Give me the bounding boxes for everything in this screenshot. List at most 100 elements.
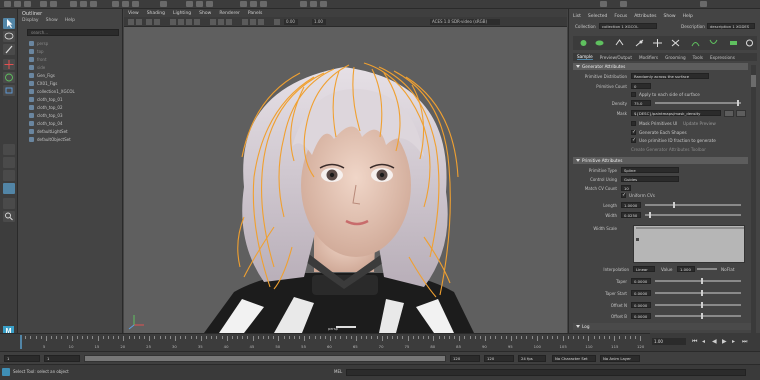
current-frame-field[interactable]: 1.00 <box>652 338 686 345</box>
render-icon[interactable] <box>186 1 193 7</box>
xray-icon[interactable] <box>250 19 256 25</box>
tab-grooming[interactable]: Grooming <box>665 55 686 60</box>
undo-icon[interactable] <box>40 1 47 7</box>
search-icon[interactable] <box>3 211 15 222</box>
help-icon[interactable] <box>700 1 707 7</box>
grid-toggle-icon[interactable] <box>154 19 160 25</box>
log-header[interactable]: Log <box>573 323 752 330</box>
density-slider[interactable] <box>655 102 741 104</box>
outliner-menu-help[interactable]: Help <box>65 18 75 23</box>
taper-start-slider[interactable] <box>655 292 741 294</box>
width-slider[interactable] <box>645 214 741 216</box>
paint-map-icon[interactable] <box>729 39 738 47</box>
gamma-field[interactable]: 1.00 <box>312 19 326 25</box>
tab-modifiers[interactable]: Modifiers <box>639 55 658 60</box>
view-transform-dropdown[interactable]: ACES 1.0 SDR-video (sRGB) <box>430 19 500 25</box>
snap-point-icon[interactable] <box>132 1 139 7</box>
viewport-menu-panels[interactable]: Panels <box>248 11 262 16</box>
ae-menu-list[interactable]: List <box>573 14 581 19</box>
playback-end-field[interactable]: 120 <box>450 355 480 362</box>
paint-select-tool-icon[interactable] <box>3 44 15 55</box>
history-icon[interactable] <box>160 1 167 7</box>
ambient-occlusion-icon[interactable] <box>218 19 224 25</box>
command-line-input[interactable] <box>346 369 746 376</box>
time-slider[interactable]: 5 10 15 20 25 30 35 40 45 50 55 60 65 70 75 80 85 90 95 100… <box>0 333 650 351</box>
scale-tool-icon[interactable] <box>3 85 15 96</box>
save-scene-icon[interactable] <box>24 1 31 7</box>
snap-curve-icon[interactable] <box>122 1 129 7</box>
outliner-item[interactable]: defaultObjectSet <box>29 135 121 143</box>
shadows-icon[interactable] <box>210 19 216 25</box>
modeling-toolkit-icon[interactable] <box>240 1 247 7</box>
curves-to-guides-icon[interactable] <box>709 39 718 47</box>
update-preview-link[interactable]: Update Preview <box>683 121 716 126</box>
fps-dropdown[interactable]: 24 fps <box>518 355 546 362</box>
wireframe-icon[interactable] <box>170 19 176 25</box>
offset-n-slider[interactable] <box>655 304 741 306</box>
length-slider[interactable] <box>645 204 741 206</box>
tool-settings-icon[interactable] <box>320 1 327 7</box>
offset-b-slider[interactable] <box>655 315 741 317</box>
primitive-count-field[interactable]: 0 <box>631 83 651 89</box>
outliner-item[interactable]: persp <box>29 39 121 47</box>
viewport-menu-show[interactable]: Show <box>199 11 211 16</box>
image-plane-icon[interactable] <box>146 19 152 25</box>
new-scene-icon[interactable] <box>4 1 11 7</box>
current-time-indicator[interactable] <box>20 335 22 349</box>
apply-each-side-checkbox[interactable] <box>631 92 636 97</box>
channel-box-icon[interactable] <box>260 1 267 7</box>
ramp-value-slider[interactable] <box>697 268 717 270</box>
sculpt-guides-icon[interactable] <box>635 39 644 47</box>
mask-edit-button[interactable] <box>736 110 746 117</box>
tab-tools[interactable]: Tools <box>693 55 703 60</box>
lights-icon[interactable] <box>194 19 200 25</box>
width-slider-handle[interactable] <box>649 212 651 218</box>
outliner-item[interactable]: top <box>29 47 121 55</box>
outliner-item[interactable]: CX01_Figs <box>29 79 121 87</box>
update-preview-icon[interactable] <box>745 39 754 47</box>
move-tool-icon[interactable] <box>3 59 15 70</box>
outliner-item[interactable]: cloth_top_01 <box>29 95 121 103</box>
lasso-tool-icon[interactable] <box>3 31 15 42</box>
outliner-item[interactable]: front <box>29 55 121 63</box>
viewport-menu-view[interactable]: View <box>128 11 139 16</box>
taper-slider[interactable] <box>655 280 741 282</box>
primitive-attributes-header[interactable]: Primitive Attributes <box>573 157 748 164</box>
primitive-distribution-dropdown[interactable]: Randomly across the surface <box>631 73 709 79</box>
smooth-shade-icon[interactable] <box>178 19 184 25</box>
taper-slider-handle[interactable] <box>701 278 703 284</box>
exposure-field[interactable]: 0.00 <box>284 19 298 25</box>
offset-n-slider-handle[interactable] <box>701 302 703 308</box>
select-object-icon[interactable] <box>80 1 87 7</box>
ae-menu-selected[interactable]: Selected <box>588 14 608 19</box>
four-view-layout-icon[interactable] <box>3 157 15 168</box>
end-time-field[interactable]: 120 <box>484 355 514 362</box>
outliner-item[interactable]: side <box>29 63 121 71</box>
use-primitive-id-checkbox[interactable] <box>631 137 636 143</box>
offset-b-field[interactable]: 0.0000 <box>631 313 651 319</box>
textured-icon[interactable] <box>186 19 192 25</box>
mask-primitives-ui-checkbox[interactable] <box>631 121 636 126</box>
anim-layer-dropdown[interactable]: No Anim Layer <box>600 355 640 362</box>
uniform-cvs-checkbox[interactable] <box>621 192 626 198</box>
generator-attributes-header[interactable]: Generator Attributes <box>573 63 748 70</box>
viewport-menu-renderer[interactable]: Renderer <box>219 11 240 16</box>
play-backward-icon[interactable]: ◀ <box>712 338 717 345</box>
length-slider-handle[interactable] <box>673 202 675 208</box>
taper-field[interactable]: 0.0000 <box>631 278 651 284</box>
bookmark-icon[interactable] <box>136 19 142 25</box>
add-guides-icon[interactable] <box>615 39 624 47</box>
guide-to-curves-icon[interactable] <box>691 39 700 47</box>
range-slider[interactable] <box>84 355 446 362</box>
character-set-dropdown[interactable]: No Character Set <box>552 355 596 362</box>
interpolation-dropdown[interactable]: Linear <box>633 266 655 272</box>
hypershade-icon[interactable] <box>250 1 257 7</box>
xray-joints-icon[interactable] <box>258 19 264 25</box>
outliner-toggle-icon[interactable] <box>300 1 307 7</box>
flip-guides-icon[interactable] <box>671 39 680 47</box>
offset-n-field[interactable]: 0.0000 <box>631 302 651 308</box>
ae-menu-show[interactable]: Show <box>663 14 675 19</box>
outliner-menu-display[interactable]: Display <box>22 18 39 23</box>
command-mode-label[interactable]: MEL <box>334 369 342 374</box>
tab-expressions[interactable]: Expressions <box>710 55 735 60</box>
